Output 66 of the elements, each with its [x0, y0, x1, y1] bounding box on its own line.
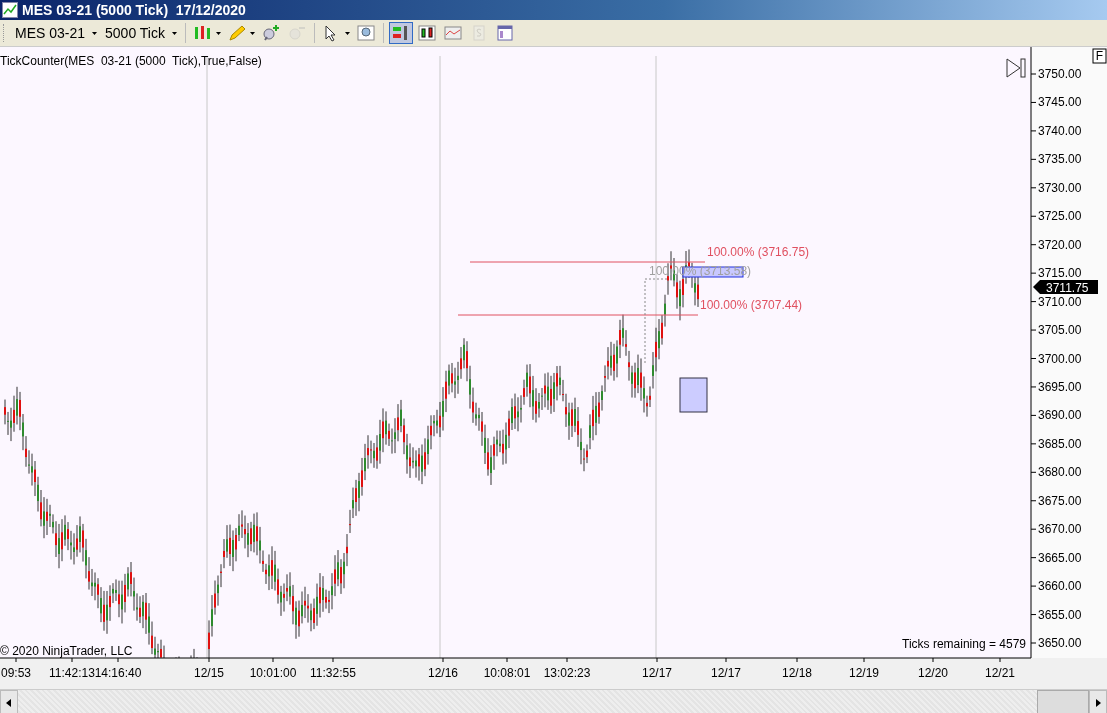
- candles-tool-button[interactable]: [415, 22, 439, 44]
- price-axis-label: 3715.00: [1038, 266, 1082, 281]
- price-axis-label: 3730.00: [1038, 180, 1082, 195]
- price-axis-label: 3745.00: [1038, 95, 1082, 110]
- price-axis-label: 3660.00: [1038, 579, 1082, 594]
- price-axis-label: 3700.00: [1038, 351, 1082, 366]
- time-axis-label: 12/16: [428, 666, 458, 680]
- time-axis-label: 13:02:23: [543, 666, 591, 680]
- copyright-text: © 2020 NinjaTrader, LLC: [0, 644, 133, 658]
- play-to-end-icon[interactable]: [1006, 58, 1026, 78]
- time-axis-label: 12/21: [985, 666, 1015, 680]
- databox-tool-button[interactable]: [389, 22, 413, 44]
- properties-icon: [495, 24, 515, 42]
- price-axis-label: 3720.00: [1038, 237, 1082, 252]
- price-axis-label: 3680.00: [1038, 465, 1082, 480]
- price-axis-label: 3690.00: [1038, 408, 1082, 423]
- time-axis-label: 12/17: [711, 666, 741, 680]
- caret-icon: [92, 31, 98, 35]
- time-axis-label: 12/18: [782, 666, 812, 680]
- price-axis-label: 3675.00: [1038, 493, 1082, 508]
- time-axis-label: 12/20: [918, 666, 948, 680]
- price-axis-label: 3740.00: [1038, 123, 1082, 138]
- price-axis-label: 3705.00: [1038, 323, 1082, 338]
- time-axis-label: 09:53: [1, 666, 31, 680]
- price-axis-label: 3650.00: [1038, 636, 1082, 650]
- time-axis-label: 12/19: [849, 666, 879, 680]
- price-axis-label: 3750.00: [1038, 67, 1082, 81]
- price-axis-label: 3735.00: [1038, 152, 1082, 167]
- caret-icon: [250, 31, 255, 35]
- magnifier-icon: [356, 24, 376, 42]
- zoomin-icon: [261, 24, 281, 42]
- chart-icon: [2, 2, 18, 18]
- caret-icon: [172, 31, 177, 35]
- price-axis-label: 3725.00: [1038, 209, 1082, 224]
- caret-icon: [216, 31, 221, 35]
- time-axis-label: 14:16:40: [94, 666, 142, 680]
- price-axis-label: 3655.00: [1038, 607, 1082, 622]
- caret-icon: [345, 31, 350, 35]
- time-axis-label: 12/17: [642, 666, 672, 680]
- time-axis-label: 10:01:00: [249, 666, 297, 680]
- scroll-left-icon[interactable]: [5, 697, 13, 708]
- time-axis-label: 12/15: [194, 666, 224, 680]
- price-axis-label: 3685.00: [1038, 436, 1082, 451]
- price-axis-label: 3670.00: [1038, 522, 1082, 537]
- price-axis-label: 3695.00: [1038, 379, 1082, 394]
- level-label: 100.00% (3707.44): [700, 298, 803, 312]
- scrollbar-thumb[interactable]: [1037, 690, 1089, 713]
- time-axis-label: 11:42:13: [49, 666, 95, 680]
- candles-icon: [417, 24, 437, 42]
- horizontal-scrollbar[interactable]: [0, 689, 1107, 713]
- current-price-marker: 3711.75: [1033, 280, 1098, 295]
- pencil-icon: [227, 24, 247, 42]
- price-axis-label: 3665.00: [1038, 550, 1082, 565]
- level-label: 100.00% (3716.75): [707, 245, 810, 259]
- window-title: MES 03-21 (5000 Tick) 17/12/2020: [22, 2, 246, 18]
- instrument-dropdown[interactable]: MES 03-21: [12, 25, 101, 41]
- ticks-remaining-text: Ticks remaining = 4579: [902, 637, 1026, 651]
- magnifier-tool-button[interactable]: [354, 22, 378, 44]
- time-axis-label: 10:08:01: [483, 666, 531, 680]
- lines-icon: [443, 24, 463, 42]
- period-dropdown[interactable]: 5000 Tick: [102, 25, 180, 41]
- indicator-label: TickCounter(MES 03-21 (5000 Tick),True,False): [0, 54, 262, 68]
- bars-icon: [193, 24, 213, 42]
- scroll-right-icon[interactable]: [1094, 697, 1102, 708]
- price-axis-label: 3710.00: [1038, 294, 1082, 309]
- time-axis-label: 11:32:55: [310, 666, 356, 680]
